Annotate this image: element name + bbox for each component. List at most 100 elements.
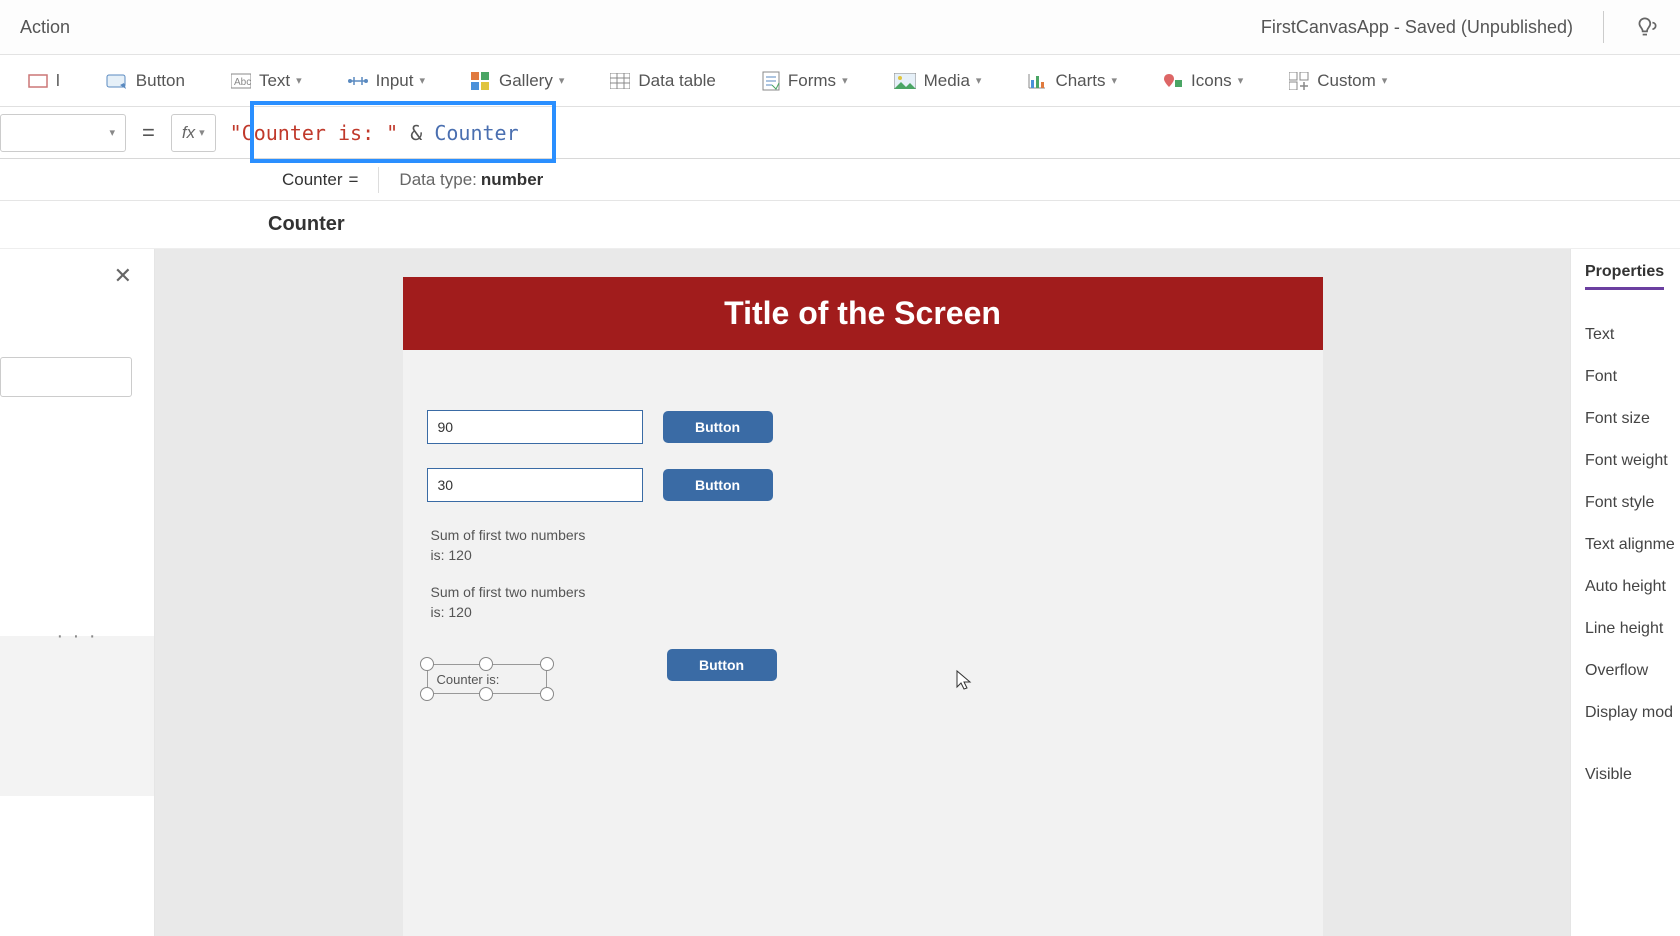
sum-label-1: Sum of first two numbers is: 120 (431, 526, 591, 565)
prop-font-style[interactable]: Font style (1585, 482, 1680, 524)
text-input-2[interactable] (427, 468, 643, 502)
chevron-down-icon: ▾ (1112, 74, 1118, 87)
prop-font[interactable]: Font (1585, 356, 1680, 398)
resize-handle[interactable] (420, 657, 434, 671)
ribbon-item-text: Charts (1055, 71, 1105, 91)
cursor-icon (955, 669, 973, 691)
canvas-area[interactable]: Title of the Screen Button Button Sum of… (155, 249, 1570, 936)
ribbon-media[interactable]: Media ▾ (880, 65, 996, 97)
prop-overflow[interactable]: Overflow (1585, 650, 1680, 692)
chevron-down-icon: ▾ (109, 126, 115, 139)
canvas-button-1[interactable]: Button (663, 411, 773, 443)
ribbon-text[interactable]: Abc Text ▾ (217, 65, 316, 97)
counter-label-text: Counter is: (427, 672, 500, 687)
formula-input[interactable]: "Counter is: " & Counter (230, 121, 519, 145)
ribbon-item-text: Data table (638, 71, 716, 91)
prop-display-mode[interactable]: Display mod (1585, 692, 1680, 734)
resize-handle[interactable] (479, 657, 493, 671)
ribbon-custom[interactable]: Custom ▾ (1275, 65, 1401, 97)
prop-visible[interactable]: Visible (1585, 754, 1680, 796)
chevron-down-icon: ▾ (296, 74, 302, 87)
icons-icon (1163, 72, 1183, 90)
label-icon (28, 71, 48, 91)
chevron-down-icon: ▾ (976, 74, 982, 87)
ribbon-input[interactable]: Input ▾ (334, 65, 439, 97)
ribbon-item-text: Custom (1317, 71, 1376, 91)
prop-line-height[interactable]: Line height (1585, 608, 1680, 650)
charts-icon (1027, 72, 1047, 90)
ribbon-icons[interactable]: Icons ▾ (1149, 65, 1257, 97)
canvas-button-3[interactable]: Button (667, 649, 777, 681)
ribbon-forms[interactable]: Forms ▾ (748, 65, 862, 97)
resize-handle[interactable] (540, 687, 554, 701)
input-icon (348, 73, 368, 89)
prop-auto-height[interactable]: Auto height (1585, 566, 1680, 608)
forms-icon (762, 71, 780, 91)
gallery-icon (471, 72, 491, 90)
resize-handle[interactable] (540, 657, 554, 671)
more-options[interactable]: · · · (0, 636, 154, 796)
prop-font-weight[interactable]: Font weight (1585, 440, 1680, 482)
resize-handle[interactable] (479, 687, 493, 701)
chevron-down-icon: ▾ (842, 74, 848, 87)
resize-handle[interactable] (420, 687, 434, 701)
properties-tab[interactable]: Properties (1585, 263, 1664, 290)
prop-font-size[interactable]: Font size (1585, 398, 1680, 440)
canvas-button-2[interactable]: Button (663, 469, 773, 501)
chevron-down-icon: ▾ (419, 74, 425, 87)
tab-action[interactable]: Action (20, 17, 70, 38)
chevron-down-icon: ▾ (1382, 74, 1388, 87)
chevron-down-icon: ▾ (199, 126, 205, 139)
media-icon (894, 73, 916, 89)
ribbon-item-text: Media (924, 71, 970, 91)
text-input-1[interactable] (427, 410, 643, 444)
divider (1603, 11, 1604, 43)
app-screen: Title of the Screen Button Button Sum of… (403, 277, 1323, 936)
text-icon: Abc (231, 73, 251, 89)
title-bar: Action FirstCanvasApp - Saved (Unpublish… (0, 0, 1680, 55)
ribbon-charts[interactable]: Charts ▾ (1013, 65, 1131, 97)
ribbon-item-text: Icons (1191, 71, 1232, 91)
equals: = (348, 170, 358, 190)
ribbon-item-text: Forms (788, 71, 836, 91)
ribbon-item-text: Gallery (499, 71, 553, 91)
button-icon (106, 72, 128, 90)
property-dropdown[interactable]: ▾ (0, 114, 126, 152)
insert-ribbon: l Button Abc Text ▾ Input ▾ Gallery ▾ Da… (0, 55, 1680, 107)
formula-bar: ▾ = fx ▾ "Counter is: " & Counter (0, 107, 1680, 159)
selected-counter-label[interactable]: Counter is: (427, 658, 547, 700)
ribbon-item-text: Button (136, 71, 185, 91)
tree-search-input[interactable] (0, 357, 132, 397)
ribbon-item-text: Text (259, 71, 290, 91)
divider (378, 167, 379, 193)
tree-view-panel: ✕ · · · (0, 249, 155, 936)
formula-variable: Counter (434, 121, 518, 145)
ribbon-label-control[interactable]: l (14, 65, 74, 97)
ribbon-data-table[interactable]: Data table (596, 65, 730, 97)
properties-panel: Properties Text Font Font size Font weig… (1570, 249, 1680, 936)
data-type-label: Data type: (399, 170, 477, 190)
prop-text-alignment[interactable]: Text alignme (1585, 524, 1680, 566)
ribbon-gallery[interactable]: Gallery ▾ (457, 65, 578, 97)
formula-result-bar: Counter = Data type: number (0, 159, 1680, 201)
ribbon-button-control[interactable]: Button (92, 65, 199, 97)
formula-operator: & (398, 121, 434, 145)
ribbon-item-text: l (56, 71, 60, 91)
app-checker-icon[interactable] (1634, 14, 1660, 40)
formula-string-literal: "Counter is: " (230, 121, 399, 145)
data-type-value: number (481, 170, 543, 190)
workspace: ✕ · · · Title of the Screen Button Butto… (0, 249, 1680, 936)
fx-label: fx (182, 123, 195, 143)
prop-text[interactable]: Text (1585, 314, 1680, 356)
close-icon[interactable]: ✕ (114, 263, 132, 289)
screen-title-label: Title of the Screen (403, 277, 1323, 350)
fx-button[interactable]: fx ▾ (171, 114, 216, 152)
chevron-down-icon: ▾ (559, 74, 565, 87)
data-table-icon (610, 73, 630, 89)
chevron-down-icon: ▾ (1238, 74, 1244, 87)
custom-icon (1289, 72, 1309, 90)
variable-name: Counter (282, 170, 342, 190)
svg-text:Abc: Abc (234, 77, 251, 88)
breadcrumb: Counter (0, 201, 1680, 249)
equals-sign: = (142, 120, 155, 146)
